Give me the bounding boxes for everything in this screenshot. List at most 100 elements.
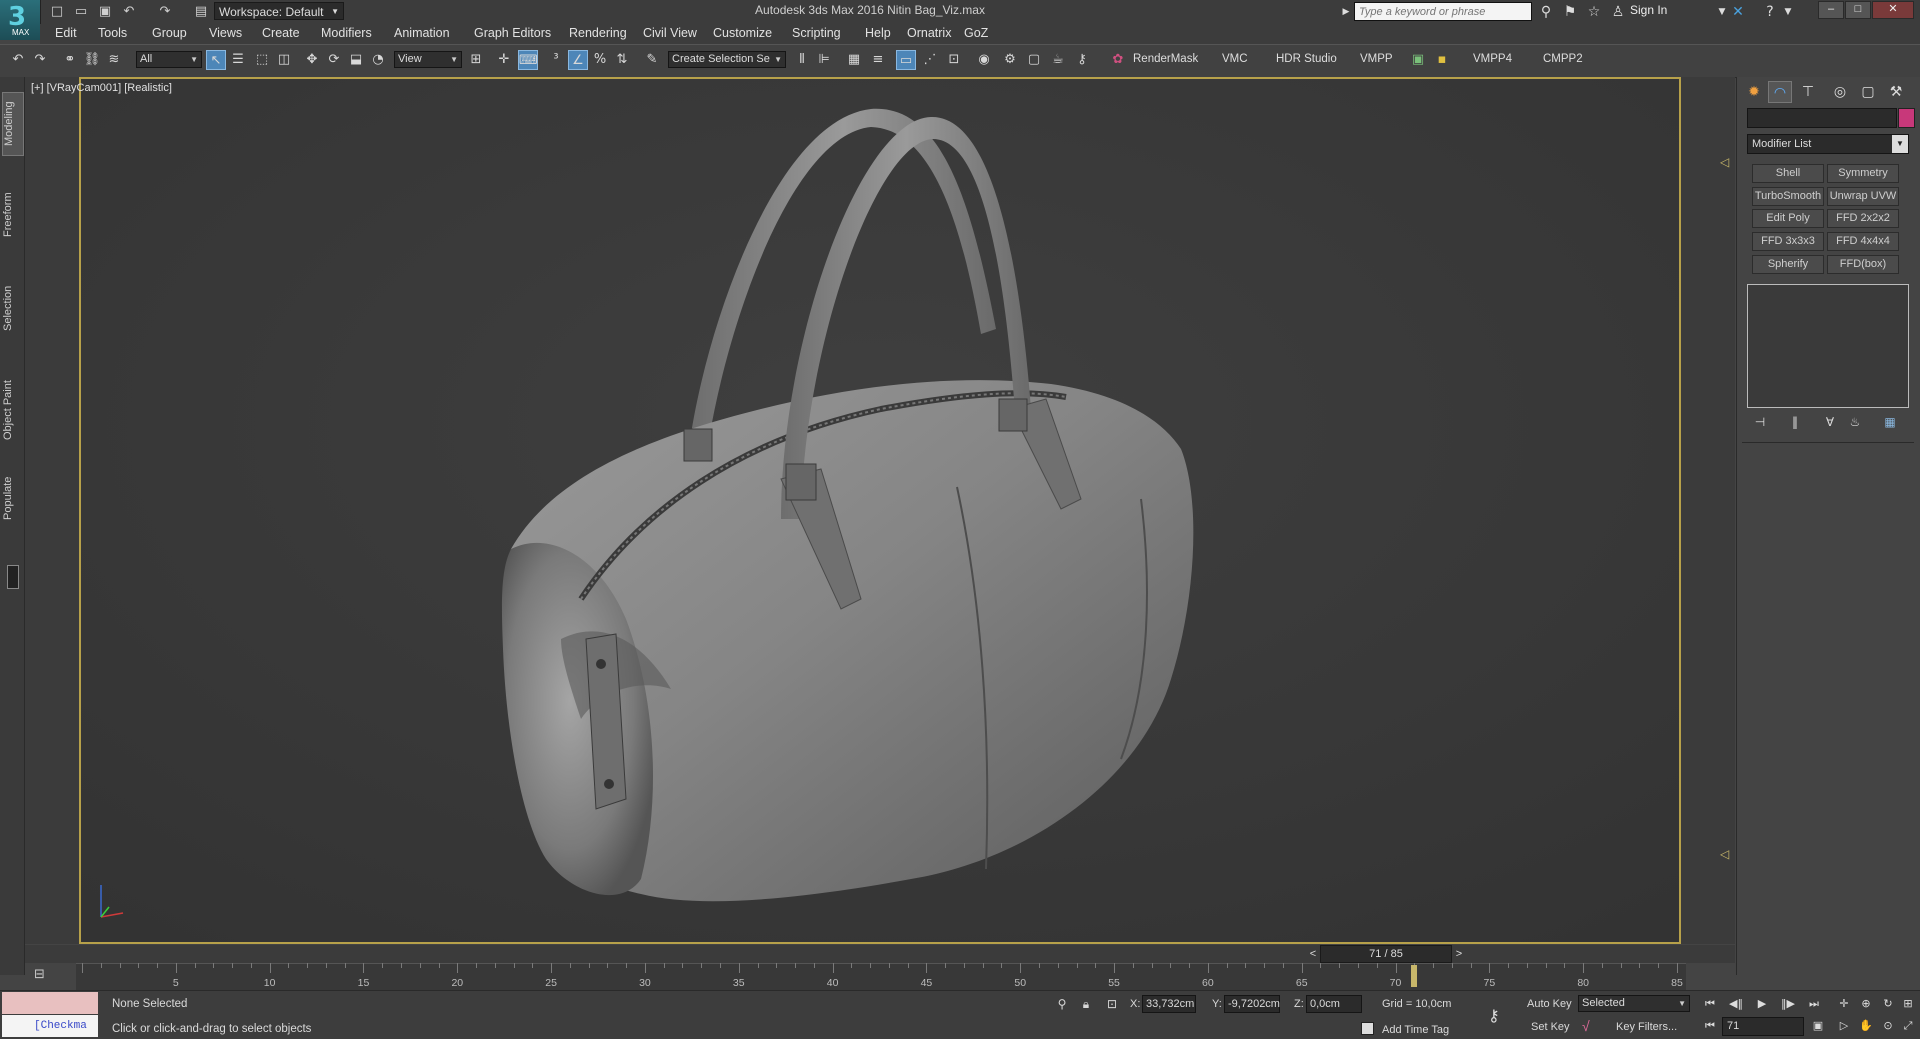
go-to-start-icon[interactable]: ⏮ [1700,995,1720,1013]
snaps-toggle-icon[interactable]: ³ [546,50,566,70]
window-crossing-icon[interactable]: ◫ [274,50,294,70]
maximize-viewport-icon[interactable]: ⊞ [1898,995,1918,1013]
plugin-rendermask[interactable]: RenderMask [1133,53,1198,65]
zoom-icon[interactable]: ✛ [1834,995,1854,1013]
modifier-spherify-button[interactable]: Spherify [1752,255,1824,274]
rectangle-selection-icon[interactable]: ⬚ [252,50,272,70]
time-next-button[interactable]: > [1453,946,1465,962]
key-filters-button[interactable]: Key Filters... [1616,1021,1677,1033]
create-tab-icon[interactable]: ✹ [1742,81,1766,103]
search-expand-icon[interactable]: ▶ [1341,2,1351,22]
plugin-vmpp[interactable]: VMPP [1360,53,1393,65]
select-object-icon[interactable]: ↖ [206,50,226,70]
menu-item-group[interactable]: Group [152,26,187,40]
rendered-frame-icon[interactable]: ▢ [1024,50,1044,70]
current-frame-field[interactable]: 71 [1722,1017,1804,1036]
modifier-stack-list[interactable] [1747,284,1909,408]
tab-populate[interactable]: Populate [2,470,22,526]
next-frame-icon[interactable]: ‖▶ [1778,995,1798,1013]
ribbon-toggle-icon[interactable] [7,565,19,589]
menu-item-ornatrix[interactable]: Ornatrix [907,26,951,40]
menu-item-views[interactable]: Views [209,26,242,40]
bind-space-warp-icon[interactable]: ≋ [104,50,124,70]
help-icon[interactable]: ? [1760,2,1780,22]
keyboard-shortcut-toggle-icon[interactable]: ⌨ [518,50,538,70]
camera-viewport[interactable] [79,77,1681,944]
subscription-icon[interactable]: ⚑ [1560,2,1580,22]
add-time-tag-button[interactable]: Add Time Tag [1382,1024,1449,1036]
material-editor-icon[interactable]: ◉ [974,50,994,70]
minimize-button[interactable]: – [1818,1,1844,19]
plugin-cmpp2[interactable]: CMPP2 [1543,53,1583,65]
pivot-point-icon[interactable]: ⊞ [466,50,486,70]
menu-item-rendering[interactable]: Rendering [569,26,627,40]
exchange-x-icon[interactable]: ✕ [1728,2,1748,22]
edit-named-selection-icon[interactable]: ✎ [642,50,662,70]
spinner-snap-icon[interactable]: ⇅ [612,50,632,70]
percent-snap-icon[interactable]: % [590,50,610,70]
unlink-icon[interactable]: ⛓ [82,50,102,70]
tab-selection[interactable]: Selection [2,278,22,338]
render-production-icon[interactable]: ☕ [1048,50,1068,70]
menu-item-modifiers[interactable]: Modifiers [321,26,372,40]
set-key-button[interactable]: Set Key [1531,1021,1570,1033]
viewport-label[interactable]: [+] [VRayCam001] [Realistic] [31,82,172,94]
utilities-tab-icon[interactable]: ⚒ [1884,81,1908,103]
layer-explorer-icon[interactable]: ≡ [868,50,888,70]
y-coordinate-field[interactable]: -9,7202cm [1224,995,1280,1013]
tab-object-paint[interactable]: Object Paint [2,372,22,448]
default-tangent-icon[interactable]: √ [1582,1018,1590,1034]
reference-coordinate-dropdown[interactable]: View ▼ [394,51,462,68]
place-icon[interactable]: ◔ [368,50,388,70]
undo-icon[interactable]: ↶ [120,3,138,21]
menu-item-edit[interactable]: Edit [55,26,77,40]
vray-frame-buffer-icon[interactable]: ▣ [1408,50,1428,70]
menu-item-animation[interactable]: Animation [394,26,450,40]
object-color-swatch[interactable] [1898,108,1915,128]
modifier-ffd-2x2x2-button[interactable]: FFD 2x2x2 [1827,209,1899,228]
key-icon[interactable]: ⚷ [1488,1006,1500,1025]
modifier-ffd-box-button[interactable]: FFD(box) [1827,255,1899,274]
make-unique-icon[interactable]: ∀ [1820,413,1840,431]
select-and-link-icon[interactable]: ⚭ [60,50,80,70]
modifier-symmetry-button[interactable]: Symmetry [1827,164,1899,183]
modifier-list-dropdown[interactable]: Modifier List ▼ [1747,134,1909,154]
time-prev-button[interactable]: < [1307,946,1319,962]
sign-in-link[interactable]: Sign In [1630,3,1667,17]
time-config-icon[interactable]: ▣ [1808,1017,1828,1035]
track-bar[interactable] [76,963,1686,990]
scale-icon[interactable]: ⬓ [346,50,366,70]
vray-lights-icon[interactable]: ▪ [1432,50,1452,70]
plugin-hdr-studio[interactable]: HDR Studio [1276,53,1337,65]
modifier-shell-button[interactable]: Shell [1752,164,1824,183]
app-logo-button[interactable]: 3 MAX [0,0,41,40]
x-coordinate-field[interactable]: 33,732cm [1142,995,1196,1013]
play-icon[interactable]: ▶ [1752,995,1772,1013]
graphite-ribbon-icon[interactable]: ▭ [896,50,916,70]
open-mini-curve-editor-icon[interactable]: ⊟ [34,967,45,982]
redo-icon[interactable]: ↷ [156,3,174,21]
rendermask-icon[interactable]: ✿ [1108,50,1128,70]
modifier-ffd-4x4x4-button[interactable]: FFD 4x4x4 [1827,232,1899,251]
menu-item-customize[interactable]: Customize [713,26,772,40]
new-file-icon[interactable]: □ [48,3,66,21]
auto-key-button[interactable]: Auto Key [1527,998,1572,1010]
rotate-icon[interactable]: ⟳ [324,50,344,70]
maximize-button[interactable]: □ [1845,1,1871,19]
selection-lock-icon[interactable]: 🔒︎ [1076,994,1096,1014]
search-input[interactable] [1354,2,1532,21]
menu-item-graph-editors[interactable]: Graph Editors [474,26,551,40]
orbit-icon[interactable]: ↻ [1878,995,1898,1013]
align-icon[interactable]: ⊫ [814,50,834,70]
modifier-ffd-3x3x3-button[interactable]: FFD 3x3x3 [1752,232,1824,251]
pin-stack-icon[interactable]: ⊣ [1750,413,1770,431]
mirror-icon[interactable]: ⫴ [792,50,812,70]
key-mode-toggle-icon[interactable]: ⏮ [1700,1017,1720,1035]
open-file-icon[interactable]: ▭ [72,3,90,21]
configure-modifier-sets-icon[interactable]: ▦ [1880,413,1900,431]
undo-icon[interactable]: ↶ [8,50,28,70]
time-slider-thumb[interactable]: < 71 / 85 > [1307,945,1465,963]
menu-item-goz[interactable]: GoZ [964,26,988,40]
maxscript-listener-mini[interactable] [2,992,98,1014]
chevron-down-icon[interactable]: ▼ [1778,2,1798,22]
